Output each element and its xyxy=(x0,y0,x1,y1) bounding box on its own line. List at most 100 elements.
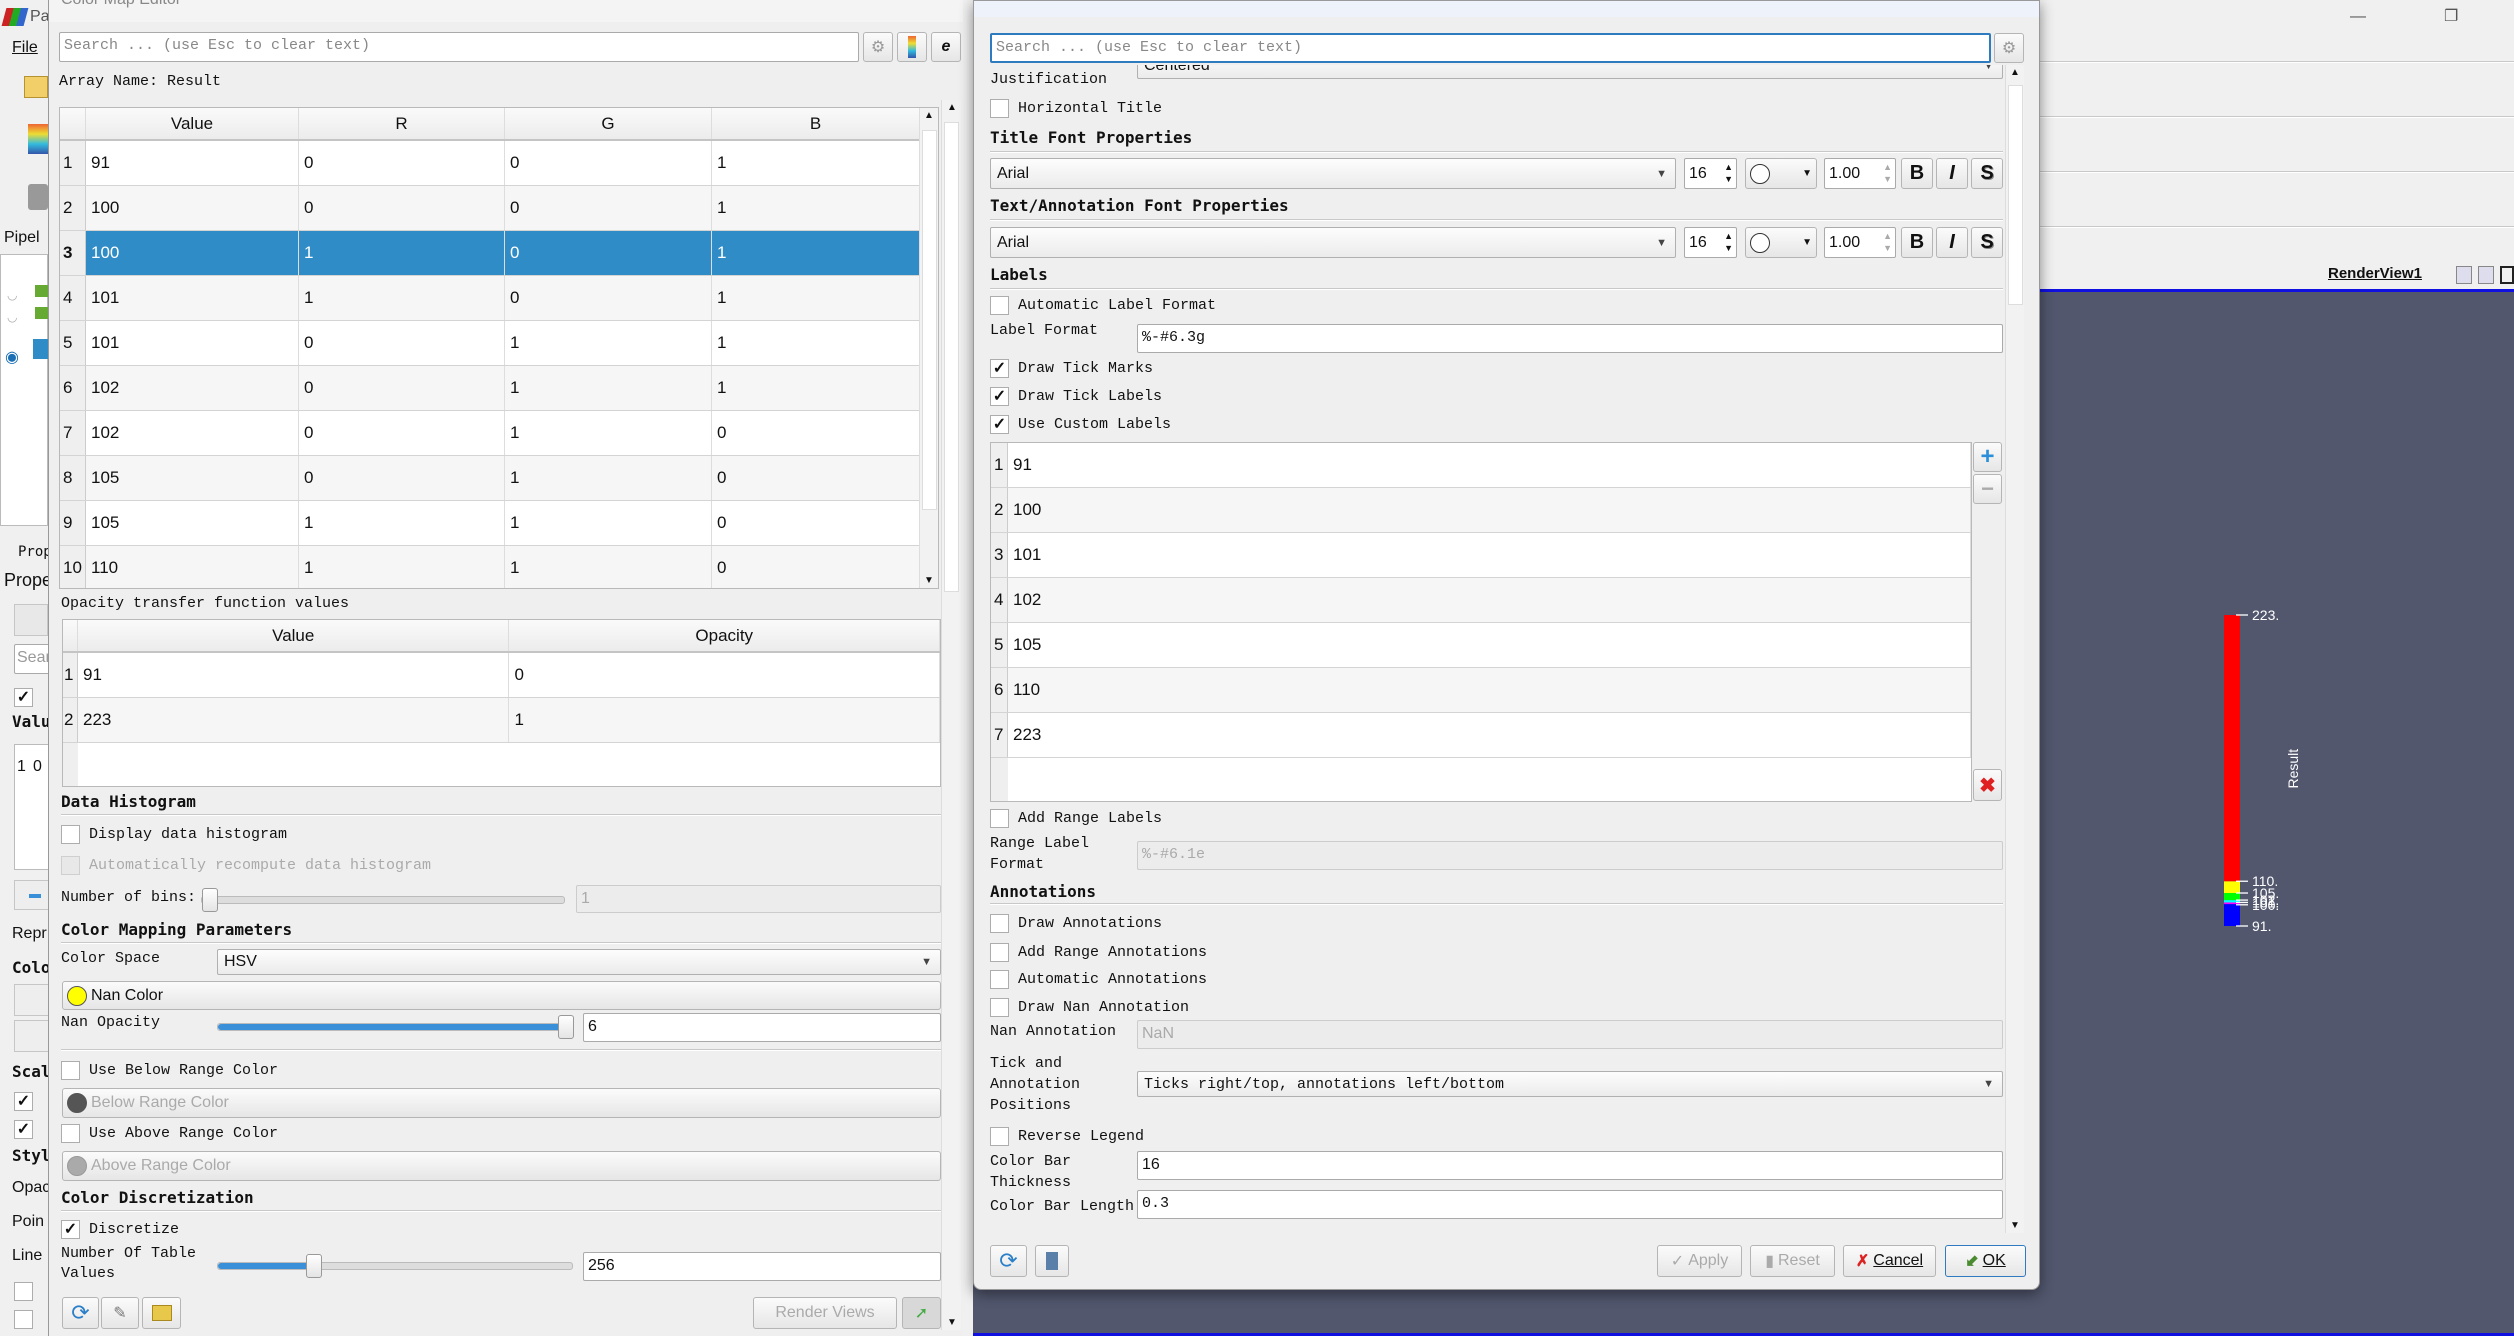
spin-arrows-icon[interactable]: ▲ ▼ xyxy=(1724,161,1733,185)
gear-button[interactable]: ⚙ xyxy=(1994,33,2024,63)
table-cell[interactable]: 110 xyxy=(86,546,299,588)
table-row[interactable]: 2 100 xyxy=(991,488,1971,533)
shadow-button[interactable]: S xyxy=(1971,227,2003,258)
chevron-down-icon[interactable]: ▼ xyxy=(1802,168,1812,179)
table-cell[interactable]: 91 xyxy=(1008,443,1971,487)
table-cell[interactable]: 1 xyxy=(505,546,712,588)
table-cell[interactable]: 0 xyxy=(505,186,712,230)
font-family-dropdown[interactable]: Arial ▼ xyxy=(990,158,1676,189)
checkbox[interactable]: ✓ xyxy=(14,1120,33,1139)
table-cell[interactable]: 1 xyxy=(505,456,712,500)
table-cell[interactable]: 1 xyxy=(299,231,505,275)
rescale-custom-button[interactable]: ✎ xyxy=(101,1297,139,1329)
open-folder-icon[interactable] xyxy=(24,76,48,98)
cancel-button[interactable]: ✗ Cancel xyxy=(1843,1245,1936,1277)
split-vertical-icon[interactable] xyxy=(2478,266,2494,284)
custom-labels-table[interactable]: 1 91 2 100 3 101 4 102 5 105 6 110 7 223 xyxy=(990,442,1972,802)
add-label-button[interactable]: + xyxy=(1973,442,2002,472)
column-header[interactable]: Opacity xyxy=(509,620,940,651)
table-cell[interactable]: 110 xyxy=(1008,668,1971,712)
search-input[interactable]: Search ... (use Esc to clear text) xyxy=(59,32,859,62)
table-row[interactable]: 7 102 0 1 0 xyxy=(60,411,938,456)
nan-opacity-slider[interactable] xyxy=(217,1015,574,1039)
load-folder-button[interactable] xyxy=(142,1297,181,1329)
use-below-range-checkbox[interactable] xyxy=(61,1061,80,1080)
justification-dropdown[interactable]: Centered ▼ xyxy=(1137,65,2003,79)
save-defaults-button[interactable] xyxy=(1035,1245,1069,1277)
table-row[interactable]: 4 101 1 0 1 xyxy=(60,276,938,321)
italic-button[interactable]: I xyxy=(1936,158,1968,189)
bold-button[interactable]: B xyxy=(1901,227,1933,258)
maximize-view-icon[interactable] xyxy=(2500,266,2514,284)
table-row[interactable]: 1 91 0 0 1 xyxy=(60,141,938,186)
auto-render-toggle[interactable]: ➚ xyxy=(902,1297,941,1329)
table-row[interactable]: 2 223 1 xyxy=(63,698,940,743)
font-opacity-spinbox[interactable]: 1.00 ▲ ▼ xyxy=(1824,227,1896,258)
table-cell[interactable]: 100 xyxy=(1008,488,1971,532)
minimize-icon[interactable]: — xyxy=(2350,8,2366,26)
font-color-button[interactable]: ▼ xyxy=(1745,158,1817,189)
table-cell[interactable]: 1 xyxy=(712,321,920,365)
table-cell[interactable]: 0 xyxy=(299,366,505,410)
table-cell[interactable]: 1 xyxy=(505,501,712,545)
table-cell[interactable]: 1 xyxy=(505,411,712,455)
table-cell[interactable]: 1 xyxy=(299,501,505,545)
table-row[interactable]: 6 102 0 1 1 xyxy=(60,366,938,411)
font-size-spinbox[interactable]: 16 ▲ ▼ xyxy=(1684,227,1737,258)
font-size-spinbox[interactable]: 16 ▲ ▼ xyxy=(1684,158,1737,189)
table-row[interactable]: 5 105 xyxy=(991,623,1971,668)
table-cell[interactable]: 1 xyxy=(509,698,940,742)
table-cell[interactable]: 0 xyxy=(505,276,712,320)
table-cell[interactable]: 1 xyxy=(712,366,920,410)
search-input[interactable]: Search ... (use Esc to clear text) xyxy=(990,33,1991,63)
table-cell[interactable]: 0 xyxy=(509,653,940,697)
table-cell[interactable]: 0 xyxy=(712,411,920,455)
table-cell[interactable]: 1 xyxy=(299,276,505,320)
draw-tick-labels-checkbox[interactable]: ✓ xyxy=(990,387,1009,406)
length-input[interactable]: 0.3 xyxy=(1137,1190,2003,1219)
shadow-button[interactable]: S xyxy=(1971,158,2003,189)
table-cell[interactable]: 1 xyxy=(505,366,712,410)
table-row[interactable]: 9 105 1 1 0 xyxy=(60,501,938,546)
draw-annotations-checkbox[interactable] xyxy=(990,914,1009,933)
table-cell[interactable]: 223 xyxy=(1008,713,1971,757)
use-above-range-checkbox[interactable] xyxy=(61,1124,80,1143)
table-cell[interactable]: 102 xyxy=(86,366,299,410)
checkbox[interactable] xyxy=(14,1282,33,1301)
column-header[interactable]: R xyxy=(299,108,505,139)
table-cell[interactable]: 105 xyxy=(86,501,299,545)
dialog-scrollbar[interactable]: ▲ ▼ xyxy=(2005,65,2024,1233)
pipeline-tree[interactable]: ◡ ◡ ◉ xyxy=(0,254,49,526)
table-cell[interactable]: 102 xyxy=(1008,578,1971,622)
table-cell[interactable]: 223 xyxy=(78,698,510,742)
automatic-annotations-checkbox[interactable] xyxy=(990,970,1009,989)
table-cell[interactable]: 105 xyxy=(1008,623,1971,667)
font-color-button[interactable]: ▼ xyxy=(1745,227,1817,258)
table-cell[interactable]: 1 xyxy=(712,141,920,185)
horizontal-title-checkbox[interactable] xyxy=(990,99,1009,118)
calculator-icon[interactable] xyxy=(28,184,48,210)
column-header[interactable]: Value xyxy=(86,108,299,139)
split-horizontal-icon[interactable] xyxy=(2456,266,2472,284)
restore-defaults-button[interactable]: ⟳ xyxy=(990,1245,1027,1277)
table-cell[interactable]: 0 xyxy=(712,501,920,545)
table-cell[interactable]: 0 xyxy=(299,411,505,455)
table-row[interactable]: 1 91 0 xyxy=(63,653,940,698)
table-cell[interactable]: 1 xyxy=(505,321,712,365)
font-family-dropdown[interactable]: Arial ▼ xyxy=(990,227,1676,258)
auto-label-format-checkbox[interactable] xyxy=(990,296,1009,315)
choose-preset-button[interactable] xyxy=(897,32,927,62)
spin-arrows-icon[interactable]: ▲ ▼ xyxy=(1883,230,1892,254)
column-header[interactable]: B xyxy=(712,108,920,139)
add-range-labels-checkbox[interactable] xyxy=(990,809,1009,828)
thickness-input[interactable]: 16 xyxy=(1137,1151,2003,1180)
table-cell[interactable]: 100 xyxy=(86,231,299,275)
table-row[interactable]: 2 100 0 0 1 xyxy=(60,186,938,231)
remove-label-button[interactable]: − xyxy=(1973,474,2002,504)
table-cell[interactable]: 0 xyxy=(505,231,712,275)
discretize-checkbox[interactable]: ✓ xyxy=(61,1220,80,1239)
label-format-input[interactable]: %-#6.3g xyxy=(1137,324,2003,353)
table-row[interactable]: 4 102 xyxy=(991,578,1971,623)
gear-button[interactable]: ⚙ xyxy=(863,32,893,62)
bold-button[interactable]: B xyxy=(1901,158,1933,189)
